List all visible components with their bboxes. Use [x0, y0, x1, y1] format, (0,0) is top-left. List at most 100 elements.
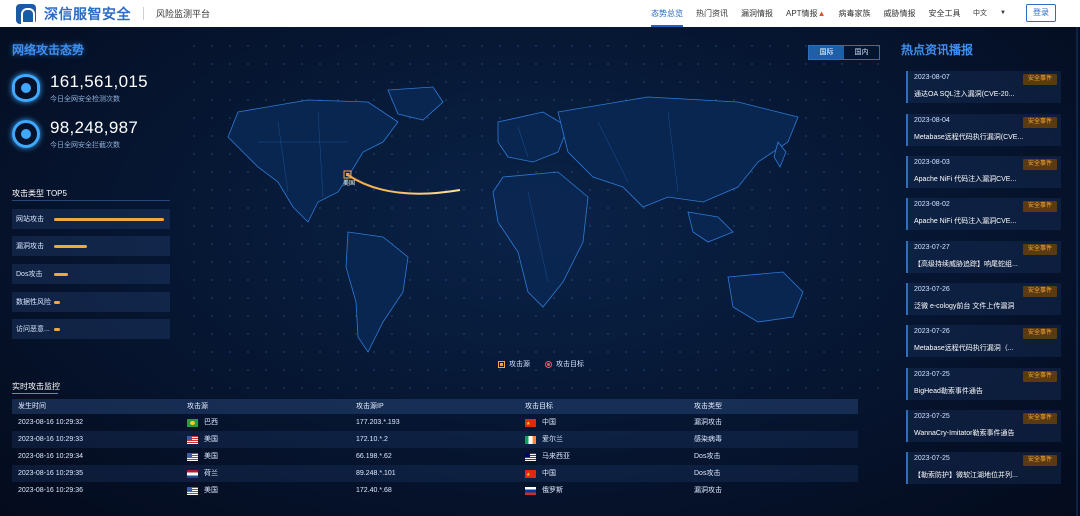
world-map[interactable] — [198, 82, 858, 372]
news-item[interactable]: 2023-08-03 安全事件 Apache NiFi 代码注入漏洞CVE... — [906, 156, 1061, 188]
page-scrollbar[interactable] — [1076, 27, 1078, 516]
source-cell: 巴西 — [181, 414, 350, 431]
news-item[interactable]: 2023-08-02 安全事件 Apache NiFi 代码注入漏洞CVE... — [906, 198, 1061, 230]
news-item[interactable]: 2023-07-26 安全事件 泛微 e-cology前台 文件上传漏洞 — [906, 283, 1061, 315]
caret-down-icon[interactable]: ▼ — [1000, 0, 1006, 27]
southeast-asia-shape — [687, 211, 734, 243]
news-date: 2023-08-04 — [914, 117, 950, 124]
nav-item-overview[interactable]: 态势总览 — [651, 0, 683, 27]
time-cell: 2023-08-16 10:29:33 — [18, 436, 83, 443]
type-cell: Dos攻击 — [694, 470, 721, 477]
hot-news-title: 热点资讯播报 — [901, 43, 974, 57]
time-cell: 2023-08-16 10:29:35 — [18, 470, 83, 477]
news-date: 2023-08-07 — [914, 74, 950, 81]
news-tag: 安全事件 — [1023, 286, 1057, 297]
news-item[interactable]: 2023-08-07 安全事件 通达OA SQL注入漏洞(CVE-20... — [906, 71, 1061, 103]
top5-bar — [54, 301, 60, 304]
nav-item-vulnerabilities[interactable]: 漏洞情报 — [741, 0, 773, 27]
attack-situation-title: 网络攻击态势 — [12, 43, 85, 57]
type-cell: 漏洞攻击 — [694, 487, 722, 494]
news-tag: 安全事件 — [1023, 201, 1057, 212]
realtime-attack-table: 发生时间 攻击源 攻击源IP 攻击目标 攻击类型 2023-08-16 10:2… — [12, 399, 858, 499]
target-icon — [12, 120, 40, 148]
table-row[interactable]: 2023-08-16 10:29:33 美国 172.10.*.2 爱尔兰 感染… — [12, 431, 858, 448]
legend-source: 攻击源 — [498, 359, 530, 369]
top5-label: Dos攻击 — [16, 271, 43, 278]
news-date: 2023-08-03 — [914, 159, 950, 166]
target-cell: 中国 — [519, 414, 688, 433]
time-cell: 2023-08-16 10:29:34 — [18, 453, 83, 460]
news-item[interactable]: 2023-08-04 安全事件 Metabase远程代码执行漏洞(CVE... — [906, 114, 1061, 146]
south-america-shape — [345, 231, 409, 353]
circle-marker-icon — [545, 360, 552, 368]
netherlands-flag-icon — [187, 469, 198, 478]
usa-flag-icon — [187, 486, 198, 495]
stat-value: 161,561,015 — [50, 72, 148, 91]
usa-flag-icon — [187, 435, 198, 444]
target-cell: 马来西亚 — [519, 448, 688, 465]
source-cell: 美国 — [181, 482, 350, 499]
news-item[interactable]: 2023-07-25 安全事件 【勒索防护】微软江湖地位并列... — [906, 452, 1061, 484]
map-scope-toggle[interactable]: 国际 国内 — [808, 45, 880, 60]
column-header: 攻击源IP — [356, 403, 384, 410]
news-item[interactable]: 2023-07-27 安全事件 【高级持续威胁追踪】响尾蛇组... — [906, 241, 1061, 273]
ip-cell: 66.198.*.62 — [356, 453, 392, 460]
type-cell: 漏洞攻击 — [694, 419, 722, 426]
top5-bar — [54, 273, 68, 276]
top5-item[interactable]: 数据性风险 — [12, 292, 170, 312]
top5-item[interactable]: 漏洞攻击 — [12, 236, 170, 256]
target-cell: 俄罗斯 — [519, 482, 688, 499]
top5-item[interactable]: Dos攻击 — [12, 264, 170, 284]
stat-value: 98,248,987 — [50, 118, 139, 137]
news-tag: 安全事件 — [1023, 117, 1057, 128]
stat-label: 今日全网安全拦截次数 — [50, 142, 120, 149]
source-cell: 荷兰 — [181, 465, 350, 482]
nav-item-security-tools[interactable]: 安全工具 — [928, 0, 960, 27]
legend-target-label: 攻击目标 — [556, 361, 584, 368]
ip-cell: 172.40.*.68 — [356, 487, 392, 494]
news-date: 2023-07-25 — [914, 455, 950, 462]
news-tag: 安全事件 — [1023, 328, 1057, 339]
login-button[interactable]: 登录 — [1026, 4, 1056, 22]
nav-item-threat-intel[interactable]: 威胁情报 — [883, 0, 915, 27]
top5-label: 漏洞攻击 — [16, 243, 44, 250]
news-tag: 安全事件 — [1023, 413, 1057, 424]
time-cell: 2023-08-16 10:29:32 — [18, 419, 83, 426]
top5-item[interactable]: 网站攻击 — [12, 209, 170, 229]
table-row[interactable]: 2023-08-16 10:29:34 美国 66.198.*.62 马来西亚 … — [12, 448, 858, 465]
tab-domestic[interactable]: 国内 — [844, 46, 879, 59]
news-date: 2023-07-25 — [914, 413, 950, 420]
eye-icon — [12, 74, 40, 102]
news-date: 2023-07-26 — [914, 328, 950, 335]
ip-cell: 172.10.*.2 — [356, 436, 388, 443]
stat-label: 今日全网安全检测次数 — [50, 96, 120, 103]
nav-item-apt[interactable]: APT情报▲ — [786, 0, 825, 27]
top5-label: 访问恶意... — [16, 326, 50, 333]
news-item[interactable]: 2023-07-25 安全事件 WannaCry-Imitator勒索事件通告 — [906, 410, 1061, 442]
legend-source-label: 攻击源 — [509, 361, 530, 368]
ireland-flag-icon — [525, 435, 536, 444]
nav-item-news[interactable]: 热门资讯 — [696, 0, 728, 27]
shield-logo-icon — [16, 3, 36, 24]
table-row[interactable]: 2023-08-16 10:29:35 荷兰 89.248.*.101 中国 D… — [12, 465, 858, 484]
news-text: 【高级持续威胁追踪】响尾蛇组... — [914, 261, 1018, 268]
africa-shape — [492, 171, 589, 308]
news-tag: 安全事件 — [1023, 159, 1057, 170]
language-select[interactable]: 中文 — [973, 0, 987, 27]
news-item[interactable]: 2023-07-25 安全事件 BigHead勒索事件通告 — [906, 368, 1061, 400]
brand-logo[interactable]: 深信服智安全 风险监测平台 — [16, 3, 210, 24]
source-cell: 美国 — [181, 448, 350, 465]
top5-item[interactable]: 访问恶意... — [12, 319, 170, 339]
tab-international[interactable]: 国际 — [809, 46, 844, 59]
nav-item-virus-family[interactable]: 病毒家族 — [838, 0, 870, 27]
ip-cell: 89.248.*.101 — [356, 470, 396, 477]
greenland-shape — [387, 86, 444, 121]
table-row[interactable]: 2023-08-16 10:29:32 巴西 177.203.*.193 中国 … — [12, 414, 858, 433]
news-text: 通达OA SQL注入漏洞(CVE-20... — [914, 91, 1015, 98]
top5-title: 攻击类型 TOP5 — [12, 189, 67, 198]
table-row[interactable]: 2023-08-16 10:29:36 美国 172.40.*.68 俄罗斯 漏… — [12, 482, 858, 499]
top-nav-bar: 深信服智安全 风险监测平台 态势总览 热门资讯 漏洞情报 APT情报▲ 病毒家族… — [0, 0, 1080, 27]
news-item[interactable]: 2023-07-26 安全事件 Metabase远程代码执行漏洞（... — [906, 325, 1061, 357]
dashboard-main: 网络攻击态势 161,561,015 今日全网安全检测次数 98,248,987… — [0, 27, 1080, 516]
news-date: 2023-07-27 — [914, 244, 950, 251]
